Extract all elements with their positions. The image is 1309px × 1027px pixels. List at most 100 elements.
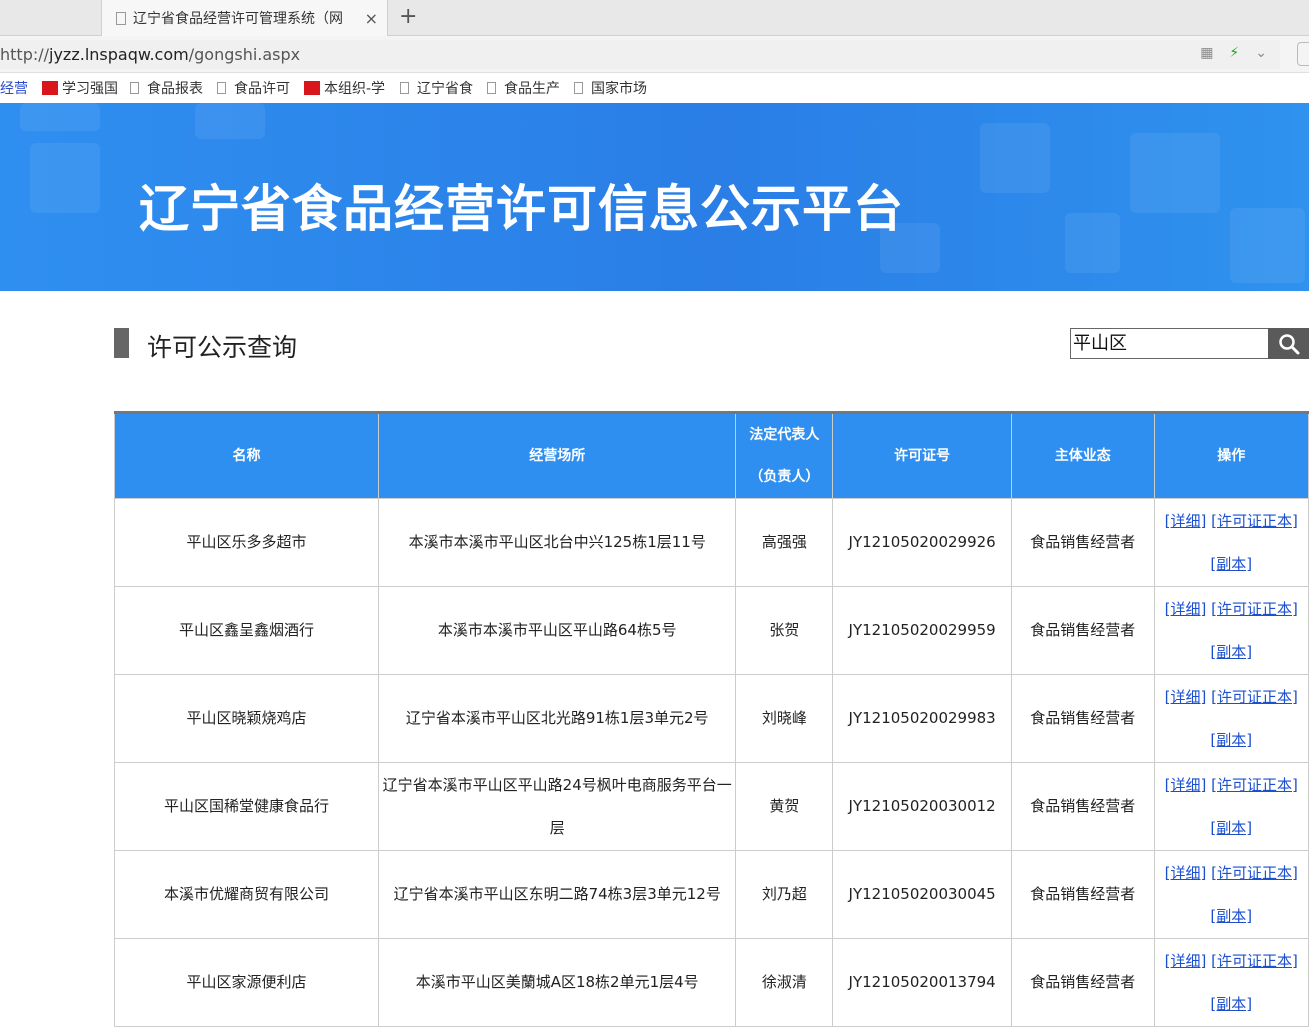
cell-place: 辽宁省本溪市平山区北光路91栋1层3单元2号 [377, 674, 737, 763]
license-copy-link[interactable]: [副本] [1210, 995, 1252, 1013]
document-icon [217, 82, 226, 94]
column-header-type: 主体业态 [1011, 412, 1155, 499]
bookmark-label: 国家市场 [591, 81, 647, 97]
table-row: 平山区家源便利店 本溪市平山区美蘭城A区18栋2单元1层4号 徐淑清 JY121… [114, 938, 1309, 1027]
page-title: 许可公示查询 [147, 333, 298, 362]
bookmark-item[interactable]: 食品报表 [130, 78, 205, 98]
browser-tab-bar: 辽宁省食品经营许可管理系统（网 × + [0, 0, 1309, 36]
search-icon [1278, 333, 1299, 354]
cell-type: 食品销售经营者 [1011, 850, 1155, 939]
license-original-link[interactable]: [许可证正本] [1211, 864, 1298, 882]
bookmark-item[interactable]: 经营 [0, 78, 28, 98]
cell-rep: 黄贺 [735, 762, 834, 851]
document-icon [400, 82, 409, 94]
license-original-link[interactable]: [许可证正本] [1211, 600, 1298, 618]
detail-link[interactable]: [详细] [1165, 776, 1207, 794]
header-line: 法定代表人 [749, 427, 820, 443]
bookmark-item[interactable]: 本组织-学 [304, 78, 388, 98]
cell-ops: [详细] [许可证正本] [副本] [1153, 762, 1309, 851]
cell-ops: [详细] [许可证正本] [副本] [1153, 674, 1309, 763]
document-icon [574, 82, 583, 94]
qr-code-icon[interactable]: ▦ [1200, 45, 1213, 61]
bookmark-label: 辽宁省食 [417, 81, 473, 97]
url-host: jyzz.lnspaqw.com [49, 45, 189, 64]
cell-license: JY12105020029926 [832, 498, 1013, 587]
license-copy-link[interactable]: [副本] [1210, 643, 1252, 661]
license-original-link[interactable]: [许可证正本] [1211, 512, 1298, 530]
table-row: 平山区晓颖烧鸡店 辽宁省本溪市平山区北光路91栋1层3单元2号 刘晓峰 JY12… [114, 674, 1309, 763]
license-original-link[interactable]: [许可证正本] [1211, 776, 1298, 794]
cell-name: 平山区乐多多超市 [114, 498, 379, 587]
bookmark-item[interactable]: 食品许可 [217, 78, 292, 98]
cell-rep: 高强强 [735, 498, 834, 587]
cell-license: JY12105020029983 [832, 674, 1013, 763]
cell-license: JY12105020013794 [832, 938, 1013, 1027]
new-tab-button[interactable]: + [399, 4, 417, 29]
cell-place: 本溪市平山区美蘭城A区18栋2单元1层4号 [377, 938, 737, 1027]
bookmark-label: 本组织-学 [324, 81, 386, 97]
bookmark-item[interactable]: 辽宁省食 [400, 78, 475, 98]
license-original-link[interactable]: [许可证正本] [1211, 688, 1298, 706]
cell-ops: [详细] [许可证正本] [副本] [1153, 586, 1309, 675]
cell-place: 本溪市本溪市平山区平山路64栋5号 [377, 586, 737, 675]
cell-place: 辽宁省本溪市平山区东明二路74栋3层3单元12号 [377, 850, 737, 939]
cell-name: 平山区鑫呈鑫烟酒行 [114, 586, 379, 675]
detail-link[interactable]: [详细] [1165, 512, 1207, 530]
results-table: 名称 经营场所 法定代表人 （负责人） 许可证号 主体业态 操作 平山区乐多多超市… [114, 411, 1309, 1027]
cell-place: 本溪市本溪市平山区北台中兴125栋1层11号 [377, 498, 737, 587]
detail-link[interactable]: [详细] [1165, 688, 1207, 706]
license-copy-link[interactable]: [副本] [1210, 819, 1252, 837]
column-header-name: 名称 [114, 412, 379, 499]
document-icon [116, 11, 126, 25]
table-row: 平山区国稀堂健康食品行 辽宁省本溪市平山区平山路24号枫叶电商服务平台一层 黄贺… [114, 762, 1309, 851]
cell-ops: [详细] [许可证正本] [副本] [1153, 498, 1309, 587]
license-copy-link[interactable]: [副本] [1210, 731, 1252, 749]
column-header-representative: 法定代表人 （负责人） [735, 412, 834, 499]
cell-license: JY12105020030045 [832, 850, 1013, 939]
license-copy-link[interactable]: [副本] [1210, 555, 1252, 573]
license-copy-link[interactable]: [副本] [1210, 907, 1252, 925]
cell-ops: [详细] [许可证正本] [副本] [1153, 938, 1309, 1027]
browser-tab[interactable]: 辽宁省食品经营许可管理系统（网 × [101, 0, 388, 36]
detail-link[interactable]: [详细] [1165, 864, 1207, 882]
cell-license: JY12105020030012 [832, 762, 1013, 851]
tab-title: 辽宁省食品经营许可管理系统（网 [133, 11, 343, 27]
document-icon [130, 82, 139, 94]
close-icon[interactable]: × [365, 9, 378, 28]
toolbar-button-edge[interactable] [1297, 42, 1309, 66]
bookmark-item[interactable]: 国家市场 [574, 78, 649, 98]
cell-place: 辽宁省本溪市平山区平山路24号枫叶电商服务平台一层 [377, 762, 737, 851]
table-header-row: 名称 经营场所 法定代表人 （负责人） 许可证号 主体业态 操作 [114, 412, 1309, 499]
cell-rep: 张贺 [735, 586, 834, 675]
table-row: 平山区鑫呈鑫烟酒行 本溪市本溪市平山区平山路64栋5号 张贺 JY1210502… [114, 586, 1309, 675]
cell-license: JY12105020029959 [832, 586, 1013, 675]
license-original-link[interactable]: [许可证正本] [1211, 952, 1298, 970]
detail-link[interactable]: [详细] [1165, 600, 1207, 618]
url-prefix: http:// [0, 45, 50, 64]
column-header-license: 许可证号 [832, 412, 1013, 499]
cell-type: 食品销售经营者 [1011, 938, 1155, 1027]
bookmark-label: 学习强国 [62, 81, 118, 97]
bookmark-label: 经营 [0, 81, 28, 97]
cell-name: 平山区家源便利店 [114, 938, 379, 1027]
cell-rep: 刘晓峰 [735, 674, 834, 763]
bookmark-item[interactable]: 食品生产 [487, 78, 562, 98]
cell-name: 本溪市优耀商贸有限公司 [114, 850, 379, 939]
banner-title: 辽宁省食品经营许可信息公示平台 [139, 180, 904, 238]
bookmark-item[interactable]: 学习强国 [42, 78, 118, 98]
search-button[interactable] [1268, 328, 1309, 359]
address-icons: ▦ ⚡ ⌄ [1200, 45, 1267, 61]
search-input[interactable]: 平山区 [1070, 328, 1269, 359]
detail-link[interactable]: [详细] [1165, 952, 1207, 970]
cell-type: 食品销售经营者 [1011, 498, 1155, 587]
cell-ops: [详细] [许可证正本] [副本] [1153, 850, 1309, 939]
table-row: 平山区乐多多超市 本溪市本溪市平山区北台中兴125栋1层11号 高强强 JY12… [114, 498, 1309, 587]
cell-type: 食品销售经营者 [1011, 586, 1155, 675]
lightning-icon[interactable]: ⚡ [1229, 45, 1239, 61]
url-path: /gongshi.aspx [188, 45, 301, 64]
chevron-down-icon[interactable]: ⌄ [1255, 45, 1267, 61]
cell-name: 平山区晓颖烧鸡店 [114, 674, 379, 763]
url-field[interactable]: http://jyzz.lnspaqw.com/gongshi.aspx [0, 40, 1280, 69]
site-favicon-icon [42, 81, 58, 95]
column-header-ops: 操作 [1153, 412, 1309, 499]
